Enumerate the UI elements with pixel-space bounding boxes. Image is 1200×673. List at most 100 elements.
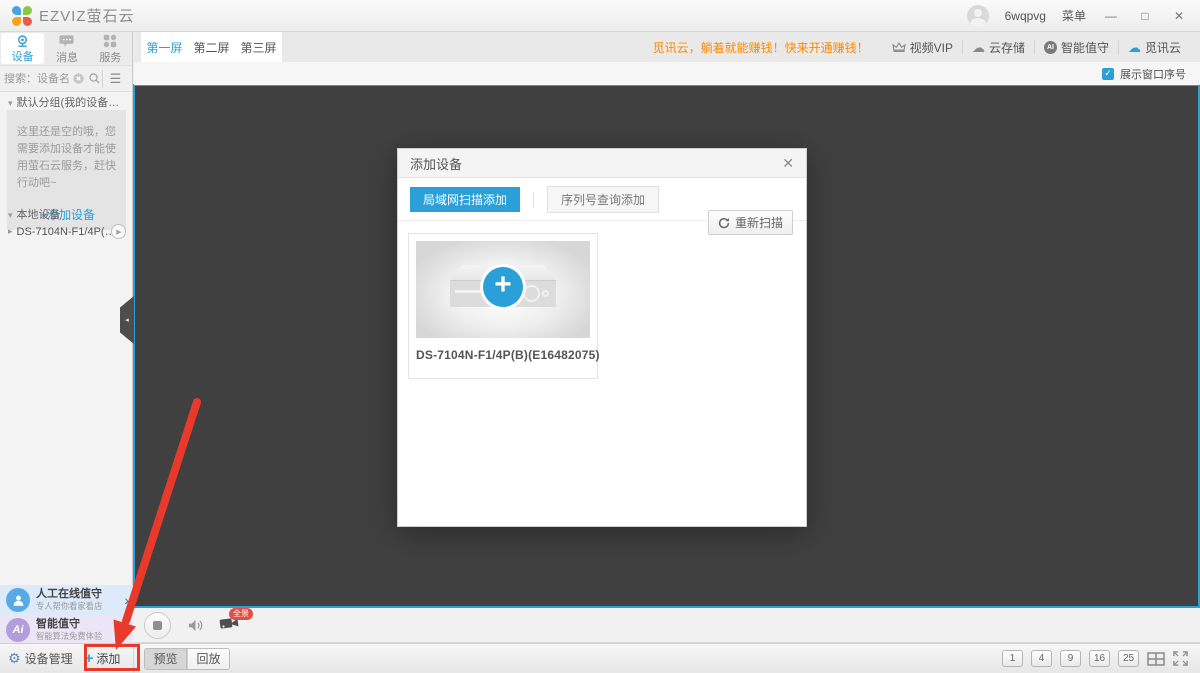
search-input[interactable] [4,73,70,85]
add-button[interactable]: + 添加 [85,650,121,667]
manned-guard-title: 人工在线值守 [36,588,118,601]
discovered-device-card[interactable]: + DS-7104N-F1/4P(B)(E16482075) [408,233,598,379]
ai-guard-title: 智能值守 [36,618,129,631]
preview-playback-switch: 预览 回放 [144,648,230,670]
collapse-arrow-icon: ◂ [125,316,129,324]
camera-icon [13,35,32,47]
manned-guard-subtitle: 专人帮你看家看店 [36,602,112,612]
cloud-storage-link[interactable]: ☁ 云存储 [962,40,1034,55]
services-grid-icon [102,34,118,48]
dialog-close-icon[interactable]: ✕ [782,155,794,172]
dialog-title: 添加设备 [410,154,462,173]
user-avatar[interactable] [967,5,989,27]
sidebar-tabs: 设备 消息 服务 [0,32,132,65]
stop-button[interactable] [144,612,171,639]
device-management-button[interactable]: 设备管理 [25,650,73,667]
add-this-device-button[interactable]: + [483,267,523,307]
blue-cloud-icon: ☁ [1128,41,1141,54]
tree-open-caret-icon: ▾ [8,98,13,108]
search-icon[interactable] [86,71,102,87]
promo-banner[interactable]: 觅讯云，躺着就能赚钱！快来开通赚钱！ [653,39,869,56]
ai-guard-card[interactable]: Ai 智能值守 智能算法免费体验 [0,615,133,645]
minimize-button[interactable]: — [1102,9,1120,23]
tab-services[interactable]: 服务 [89,32,132,65]
layout-buttons: 1 4 9 16 25 [1002,650,1200,667]
username: 6wqpvg [1005,9,1046,23]
discovered-device-name: DS-7104N-F1/4P(B)(E16482075) [416,348,590,362]
tab-lan-scan[interactable]: 局域网扫描添加 [410,187,520,212]
chevron-right-icon: › [124,592,129,608]
playback-toolbar: 全景 [134,608,1200,643]
default-group-node[interactable]: ▾ 默认分组(我的设备… [8,94,119,110]
local-device-name: DS-7104N-F1/4P(… [17,226,111,238]
empty-hint-text: 这里还是空的哦，您需要添加设备才能使用萤石云服务，赶快行动吧~ [17,124,118,192]
tab-screen-2[interactable]: 第二屏 [188,32,235,62]
screen-tab-bar: 第一屏 第二屏 第三屏 觅讯云，躺着就能赚钱！快来开通赚钱！ 视频VIP ☁ 云… [134,32,1200,62]
layout-1-button[interactable]: 1 [1002,650,1023,667]
list-view-toggle-icon[interactable]: ☰ [102,70,128,88]
video-vip-label: 视频VIP [910,39,953,56]
play-device-button[interactable]: ▶ [111,224,126,239]
tab-messages-label: 消息 [56,49,78,65]
rescan-label: 重新扫描 [735,214,783,231]
tab-screen-3[interactable]: 第三屏 [235,32,282,62]
add-device-dialog: 添加设备 ✕ 局域网扫描添加 序列号查询添加 重新扫描 + [397,148,807,527]
refresh-icon [718,217,730,229]
mixun-cloud-link[interactable]: ☁ 觅讯云 [1118,40,1190,55]
crown-icon [892,42,906,53]
layout-16-button[interactable]: 16 [1089,650,1110,667]
local-device-row[interactable]: ▸ DS-7104N-F1/4P(… ▶ [8,224,126,239]
volume-icon[interactable] [185,617,205,633]
plus-icon: + [85,650,94,667]
sidebar: 设备 消息 服务 ☰ ▾默认分组(我的设备… 这里还是 [0,32,133,643]
video-vip-link[interactable]: 视频VIP [883,40,962,55]
local-devices-node[interactable]: ▾ 本地设备 [8,206,61,222]
bottom-bar: ⚙ 设备管理 + 添加 预览 回放 1 4 9 16 25 [0,643,1200,673]
view-options-row: ✓ 展示窗口序号 [134,62,1200,85]
fullscreen-icon [1173,651,1188,666]
ai-icon: Ai [6,618,30,642]
tab-serial-query[interactable]: 序列号查询添加 [547,186,659,213]
default-group-label: 默认分组(我的设备… [17,97,120,109]
mixun-cloud-label: 觅讯云 [1145,39,1181,56]
ai-guard-link-label: 智能值守 [1061,39,1109,56]
tab-messages[interactable]: 消息 [45,32,88,65]
message-icon [57,34,76,48]
rescan-button[interactable]: 重新扫描 [708,210,793,235]
custom-layout-button[interactable] [1147,650,1165,667]
titlebar: EZVIZ萤石云 6wqpvg 菜单 — □ ✕ [0,0,1200,32]
local-devices-label: 本地设备 [17,209,61,221]
cloud-storage-label: 云存储 [989,39,1025,56]
tab-services-label: 服务 [99,49,121,65]
device-image: + [416,241,590,338]
layout-4-button[interactable]: 4 [1031,650,1052,667]
fullscreen-button[interactable] [1173,650,1188,667]
preview-button[interactable]: 预览 [145,649,187,669]
close-button[interactable]: ✕ [1170,9,1188,23]
tab-devices-label: 设备 [12,48,34,64]
ai-guard-link[interactable]: AI 智能值守 [1034,40,1118,55]
tab-devices[interactable]: 设备 [1,33,44,64]
add-button-label: 添加 [96,650,120,667]
tree-closed-caret-icon: ▸ [8,226,13,237]
dialog-titlebar: 添加设备 ✕ [398,149,806,178]
maximize-button[interactable]: □ [1136,9,1154,23]
layout-25-button[interactable]: 25 [1118,650,1139,667]
person-icon [6,588,30,612]
app-title: EZVIZ萤石云 [39,5,135,26]
panorama-badge: 全景 [229,608,253,620]
tab-screen-1[interactable]: 第一屏 [141,32,188,62]
grid-layout-icon [1147,652,1165,666]
manned-guard-card[interactable]: 人工在线值守 专人帮你看家看店 › [0,585,133,615]
menu-button[interactable]: 菜单 [1062,7,1086,24]
cloud-icon: ☁ [972,41,985,54]
layout-9-button[interactable]: 9 [1060,650,1081,667]
tree-open-caret-icon: ▾ [8,210,13,220]
ai-badge-icon: AI [1044,41,1057,54]
playback-button[interactable]: 回放 [187,649,229,669]
show-window-number-checkbox[interactable]: ✓ [1102,68,1114,80]
screen-tabs: 第一屏 第二屏 第三屏 [141,32,282,62]
panorama-camera-button[interactable]: 全景 [219,616,239,634]
clear-search-icon[interactable] [70,71,86,87]
show-window-number-label: 展示窗口序号 [1120,66,1186,82]
